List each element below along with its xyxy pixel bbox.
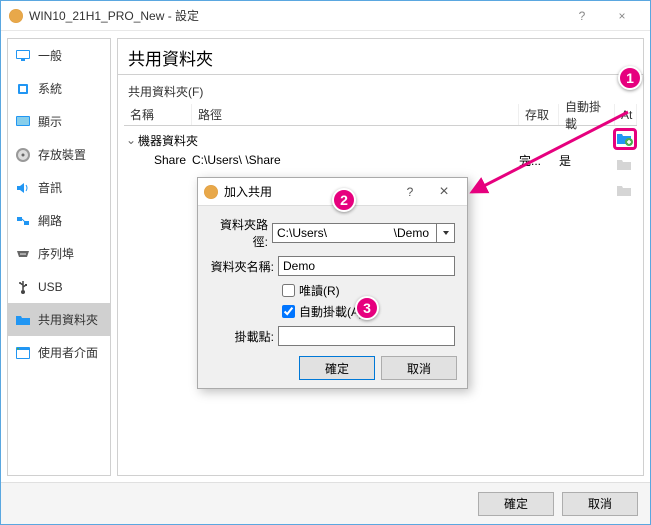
sidebar-item-label: 網路 bbox=[38, 212, 62, 229]
sidebar-item-user-interface[interactable]: 使用者介面 bbox=[8, 336, 110, 369]
cell-automount: 是 bbox=[559, 152, 615, 169]
close-button[interactable]: × bbox=[602, 2, 642, 30]
sidebar-item-general[interactable]: 一般 bbox=[8, 39, 110, 72]
dialog-titlebar: 加入共用 ? × bbox=[198, 178, 467, 206]
dialog-help-button[interactable]: ? bbox=[393, 180, 427, 204]
folder-name-label: 資料夾名稱: bbox=[210, 258, 278, 275]
display-icon bbox=[14, 113, 32, 131]
mountpoint-input[interactable] bbox=[278, 326, 455, 346]
folder-icon bbox=[14, 311, 32, 329]
network-icon bbox=[14, 212, 32, 230]
table-header: 名稱 路徑 存取 自動掛載 At bbox=[124, 104, 637, 126]
col-path[interactable]: 路徑 bbox=[192, 104, 519, 125]
cell-name: Share bbox=[124, 153, 192, 167]
add-share-dialog: 加入共用 ? × 資料夾路徑: 資料夾名稱: 唯讀(R) 自動掛載(A) 掛 bbox=[197, 177, 468, 389]
sidebar-item-label: 共用資料夾 bbox=[38, 311, 98, 328]
folder-path-input[interactable] bbox=[272, 223, 437, 243]
sidebar-item-storage[interactable]: 存放裝置 bbox=[8, 138, 110, 171]
dialog-close-button[interactable]: × bbox=[427, 180, 461, 204]
sidebar-item-label: 顯示 bbox=[38, 113, 62, 130]
sidebar-item-label: 存放裝置 bbox=[38, 146, 86, 163]
mountpoint-label: 掛載點: bbox=[210, 328, 278, 345]
sidebar: 一般 系統 顯示 存放裝置 音訊 網路 bbox=[7, 38, 111, 476]
usb-icon bbox=[14, 278, 32, 296]
dialog-footer: 確定 取消 bbox=[299, 356, 457, 380]
remove-share-button[interactable] bbox=[613, 180, 637, 202]
ui-icon bbox=[14, 344, 32, 362]
col-name[interactable]: 名稱 bbox=[124, 104, 192, 125]
tree-root-label: 機器資料夾 bbox=[136, 132, 198, 149]
cell-path: C:\Users\ \Share bbox=[192, 153, 519, 167]
window-title: WIN10_21H1_PRO_New - 設定 bbox=[29, 7, 562, 24]
sidebar-item-usb[interactable]: USB bbox=[8, 270, 110, 303]
caret-down-icon: ⌄ bbox=[126, 133, 136, 147]
col-automount[interactable]: 自動掛載 bbox=[559, 104, 615, 125]
dialog-ok-button[interactable]: 確定 bbox=[299, 356, 375, 380]
sidebar-item-audio[interactable]: 音訊 bbox=[8, 171, 110, 204]
folder-path-label: 資料夾路徑: bbox=[210, 216, 272, 250]
sidebar-item-display[interactable]: 顯示 bbox=[8, 105, 110, 138]
sidebar-item-label: 使用者介面 bbox=[38, 344, 98, 361]
sidebar-item-network[interactable]: 網路 bbox=[8, 204, 110, 237]
folder-path-dropdown[interactable] bbox=[437, 223, 455, 243]
sidebar-item-serial[interactable]: 序列埠 bbox=[8, 237, 110, 270]
dialog-cancel-button[interactable]: 取消 bbox=[381, 356, 457, 380]
sidebar-item-label: USB bbox=[38, 280, 63, 294]
folder-name-input[interactable] bbox=[278, 256, 455, 276]
dialog-body: 資料夾路徑: 資料夾名稱: 唯讀(R) 自動掛載(A) 掛載點: bbox=[198, 206, 467, 362]
col-access[interactable]: 存取 bbox=[519, 104, 559, 125]
monitor-icon bbox=[14, 47, 32, 65]
app-icon bbox=[9, 9, 23, 23]
window-titlebar: WIN10_21H1_PRO_New - 設定 ? × bbox=[1, 1, 650, 31]
col-at[interactable]: At bbox=[615, 104, 637, 125]
serial-icon bbox=[14, 245, 32, 263]
cell-access: 完... bbox=[519, 152, 559, 169]
table-row[interactable]: Share C:\Users\ \Share 完... 是 bbox=[124, 150, 637, 170]
edit-share-button[interactable] bbox=[613, 154, 637, 176]
window-footer: 確定 取消 bbox=[1, 482, 650, 524]
help-button[interactable]: ? bbox=[562, 2, 602, 30]
table-body: ⌄ 機器資料夾 Share C:\Users\ \Share 完... 是 bbox=[124, 126, 637, 174]
sidebar-item-label: 一般 bbox=[38, 47, 62, 64]
sidebar-item-label: 序列埠 bbox=[38, 245, 74, 262]
ok-button[interactable]: 確定 bbox=[478, 492, 554, 516]
cancel-button[interactable]: 取消 bbox=[562, 492, 638, 516]
sidebar-item-shared-folders[interactable]: 共用資料夾 bbox=[8, 303, 110, 336]
automount-label: 自動掛載(A) bbox=[299, 303, 363, 320]
readonly-label: 唯讀(R) bbox=[299, 282, 340, 299]
app-icon bbox=[204, 185, 218, 199]
automount-checkbox[interactable] bbox=[282, 305, 295, 318]
speaker-icon bbox=[14, 179, 32, 197]
readonly-checkbox[interactable] bbox=[282, 284, 295, 297]
sidebar-item-system[interactable]: 系統 bbox=[8, 72, 110, 105]
sidebar-item-label: 音訊 bbox=[38, 179, 62, 196]
dialog-title: 加入共用 bbox=[224, 183, 393, 200]
side-buttons bbox=[613, 128, 641, 202]
add-share-button[interactable] bbox=[613, 128, 637, 150]
hdd-icon bbox=[14, 146, 32, 164]
panel-header: 共用資料夾 bbox=[118, 39, 643, 75]
tree-root-row[interactable]: ⌄ 機器資料夾 bbox=[124, 130, 637, 150]
sidebar-item-label: 系統 bbox=[38, 80, 62, 97]
chip-icon bbox=[14, 80, 32, 98]
